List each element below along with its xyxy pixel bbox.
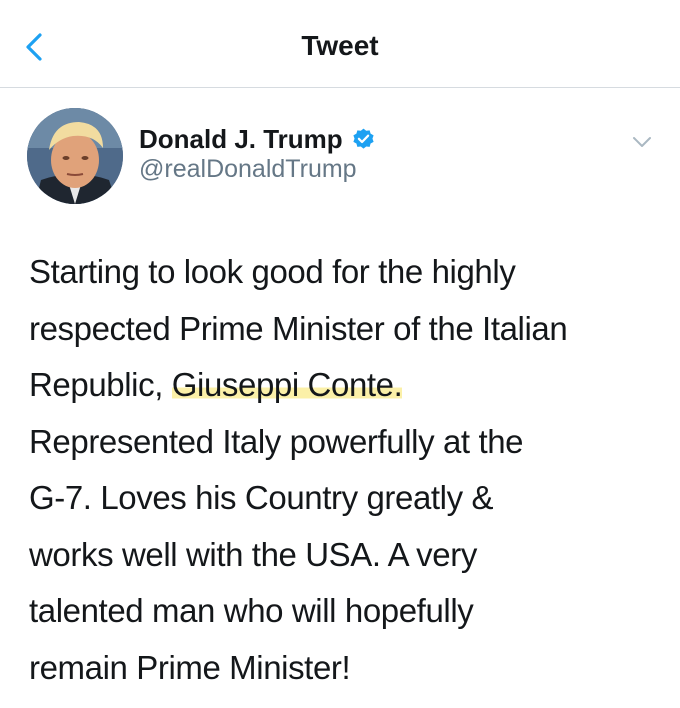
tweet-line-text: Republic, bbox=[29, 366, 172, 403]
tweet-text: Starting to look good for the highly res… bbox=[29, 244, 659, 696]
author-name-row[interactable]: Donald J. Trump bbox=[139, 121, 376, 157]
page-title: Tweet bbox=[301, 30, 379, 61]
chevron-down-icon bbox=[633, 137, 651, 147]
tweet-line: Starting to look good for the highly bbox=[29, 253, 516, 290]
tweet-line: respected Prime Minister of the Italian bbox=[29, 309, 568, 347]
user-handle[interactable]: @realDonaldTrump bbox=[139, 155, 357, 184]
tweet-line: Republic, Giuseppi Conte. bbox=[29, 357, 659, 414]
profile-photo bbox=[27, 108, 123, 204]
verified-badge-icon bbox=[351, 127, 376, 152]
top-navigation-bar: Tweet bbox=[0, 0, 680, 88]
tweet-line: works well with the USA. A very bbox=[29, 535, 477, 573]
tweet-line: talented man who will hopefully bbox=[29, 592, 474, 629]
highlighted-text: Giuseppi Conte. bbox=[171, 366, 403, 403]
tweet-line: remain Prime Minister! bbox=[29, 648, 351, 686]
tweet-line: Represented Italy powerfully at the bbox=[29, 422, 524, 460]
tweet-line: G-7. Loves his Country greatly & bbox=[29, 479, 494, 516]
avatar[interactable] bbox=[27, 108, 123, 204]
tweet-menu-button[interactable] bbox=[629, 132, 655, 152]
display-name[interactable]: Donald J. Trump bbox=[139, 124, 343, 155]
